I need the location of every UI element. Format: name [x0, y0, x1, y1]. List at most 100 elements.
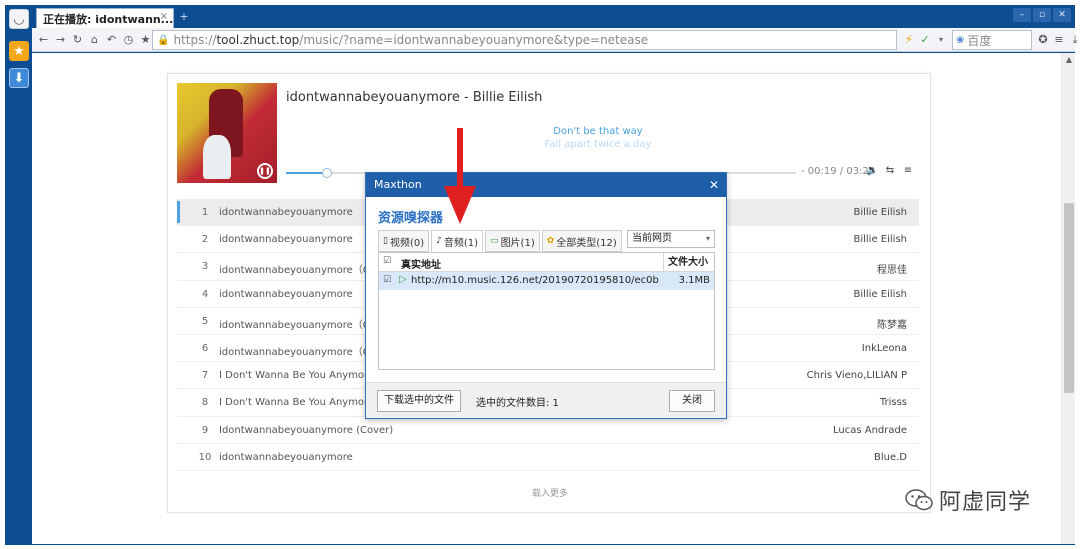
- watermark: 阿虚同学: [905, 484, 1031, 516]
- history-icon[interactable]: ◷: [121, 32, 136, 48]
- url-path: /music/?name=idontwannabeyouanymore&type…: [299, 33, 649, 47]
- cover-hair: [203, 135, 231, 179]
- url-host: tool.zhuct.top: [216, 33, 300, 47]
- track-number: 8: [201, 397, 209, 409]
- download-arrow-icon[interactable]: ⬇: [9, 68, 29, 88]
- favorites-star-icon[interactable]: ★: [9, 41, 29, 61]
- track-number: 7: [201, 370, 209, 382]
- album-cover: ❚❚: [177, 83, 277, 183]
- extensions-icon[interactable]: ✪: [1037, 32, 1049, 48]
- tab-video-label: 视频(0): [389, 237, 425, 249]
- dialog-title-bar: Maxthon ✕: [366, 173, 726, 197]
- song-title: idontwannabeyouanymore - Billie Eilish: [286, 90, 543, 105]
- track-name: idontwannabeyouanymore: [219, 451, 353, 463]
- download-selected-button[interactable]: 下载选中的文件: [377, 390, 461, 412]
- track-artist: InkLeona: [861, 342, 907, 354]
- chevron-down-icon[interactable]: ▾: [934, 32, 948, 48]
- resource-row[interactable]: ☑ ▷ http://m10.music.126.net/20190720195…: [379, 272, 714, 290]
- track-artist: Blue.D: [873, 451, 907, 463]
- volume-icon[interactable]: 🔈: [866, 165, 878, 177]
- track-name: I Don't Wanna Be You Anymore: [219, 397, 375, 409]
- red-annotation-arrow-icon: [444, 128, 476, 224]
- page-viewport: ❚❚ idontwannabeyouanymore - Billie Eilis…: [32, 53, 1075, 544]
- address-extensions: ⚡ ✓ ▾: [902, 32, 948, 48]
- dialog-footer: 下载选中的文件 选中的文件数目: 1 关闭: [366, 382, 726, 418]
- playlist-row[interactable]: 9 Idontwannabeyouanymore (Cover) Lucas And…: [177, 417, 919, 444]
- maxthon-logo-icon[interactable]: ◡: [9, 9, 29, 29]
- undo-close-icon[interactable]: ↶: [104, 32, 119, 48]
- forward-icon[interactable]: →: [53, 32, 68, 48]
- window-controls: – ▫ ✕: [1013, 8, 1071, 22]
- tab-title: 正在播放: idontwann...: [43, 12, 174, 26]
- vertical-scrollbar[interactable]: ▲: [1061, 53, 1075, 544]
- track-artist: Lucas Andrade: [832, 424, 907, 436]
- load-more-link[interactable]: 载入更多: [168, 486, 932, 499]
- tab-video[interactable]: ▯ 视频(0): [378, 230, 430, 252]
- bookmark-star-icon[interactable]: ★: [138, 32, 153, 48]
- track-name: idontwannabeyouanymore（Cov: [219, 265, 382, 277]
- track-artist: Trisss: [879, 397, 907, 409]
- track-artist: Billie Eilish: [853, 288, 907, 300]
- toolbar-right: ✪ ≡ ⤓ ☰: [1037, 32, 1080, 48]
- track-number: 3: [201, 261, 209, 273]
- close-window-button[interactable]: ✕: [1053, 8, 1071, 22]
- progress-fill: [286, 172, 327, 174]
- search-box[interactable]: ❀ 百度: [952, 30, 1032, 50]
- track-name: idontwannabeyouanymore: [219, 288, 353, 300]
- tab-images[interactable]: ▭ 图片(1): [485, 230, 540, 252]
- time-readout: - 00:19 / 03:23: [801, 166, 876, 177]
- scope-select[interactable]: 当前网页 ▾: [627, 230, 715, 248]
- close-button[interactable]: 关闭: [669, 390, 715, 412]
- resource-sniffer-dialog: Maxthon ✕ 资源嗅探器 ▯ 视频(0) ♪ 音频(1) ▭ 图片(1): [365, 172, 727, 419]
- tab-all-types-label: 全部类型(12): [556, 237, 617, 249]
- back-icon[interactable]: ←: [36, 32, 51, 48]
- video-icon: ▯: [383, 236, 388, 246]
- wechat-icon: [905, 489, 933, 511]
- menu-lines-icon[interactable]: ≡: [1053, 32, 1065, 48]
- dialog-window-title: Maxthon: [374, 178, 422, 191]
- select-all-checkbox[interactable]: ☑: [383, 256, 391, 266]
- lightning-icon[interactable]: ⚡: [902, 32, 916, 48]
- refresh-icon[interactable]: ↻: [70, 32, 85, 48]
- resource-checkbox[interactable]: ☑: [383, 275, 391, 285]
- scroll-thumb[interactable]: [1064, 203, 1074, 393]
- search-engine-name: 百度: [967, 33, 992, 48]
- image-icon: ▭: [490, 236, 499, 246]
- resource-list-header: ☑ 真实地址 文件大小: [379, 253, 714, 272]
- scroll-up-icon[interactable]: ▲: [1064, 55, 1074, 65]
- browser-tab[interactable]: 正在播放: idontwann... ×: [36, 8, 174, 28]
- track-name: idontwannabeyouanymore: [219, 207, 353, 218]
- home-icon[interactable]: ⌂: [87, 32, 102, 48]
- playlist-icon[interactable]: ≡: [902, 165, 914, 177]
- track-number: 9: [201, 424, 209, 436]
- track-name: idontwannabeyouanymore（Cov: [219, 319, 382, 331]
- progress-handle[interactable]: [321, 168, 332, 178]
- address-bar[interactable]: 🔒 https:// tool.zhuct.top /music/?name=i…: [152, 30, 897, 50]
- tab-close-icon[interactable]: ×: [160, 11, 168, 22]
- track-number: 1: [201, 207, 209, 218]
- navigation-bar: ← → ↻ ⌂ ↶ ◷ ★ 🔒 https:// tool.zhuct.top …: [32, 28, 1077, 52]
- col-url-header: 真实地址: [401, 260, 441, 271]
- title-bar: 正在播放: idontwann... × + – ▫ ✕: [32, 6, 1075, 28]
- track-number: 6: [201, 342, 209, 354]
- tab-audio-label: 音频(1): [443, 237, 479, 249]
- restore-button[interactable]: ▫: [1033, 8, 1051, 22]
- playlist-row[interactable]: 10 idontwannabeyouanymore Blue.D: [177, 444, 919, 471]
- leaf-icon[interactable]: ✓: [918, 32, 932, 48]
- browser-window: ◡ ★ ⬇ 正在播放: idontwann... × + – ▫ ✕ ← → ↻…: [5, 5, 1077, 545]
- loop-mode-icon[interactable]: ⇆: [884, 165, 896, 177]
- dialog-close-icon[interactable]: ✕: [709, 173, 719, 197]
- minimize-button[interactable]: –: [1013, 8, 1031, 22]
- music-note-icon: ♪: [436, 236, 442, 246]
- resource-size: 3.1MB: [678, 275, 710, 286]
- search-engine-icon[interactable]: ❀: [956, 35, 964, 46]
- track-artist: Billie Eilish: [853, 234, 907, 246]
- download-icon[interactable]: ⤓: [1069, 32, 1080, 48]
- pause-icon[interactable]: ❚❚: [257, 163, 273, 179]
- tab-all-types[interactable]: ✿ 全部类型(12): [541, 230, 622, 252]
- new-tab-button[interactable]: +: [178, 10, 190, 24]
- tab-images-label: 图片(1): [500, 237, 535, 249]
- track-artist: Chris Vieno,LILIAN P: [806, 370, 907, 382]
- tab-audio[interactable]: ♪ 音频(1): [431, 230, 484, 252]
- audio-file-icon: ▷: [399, 274, 407, 285]
